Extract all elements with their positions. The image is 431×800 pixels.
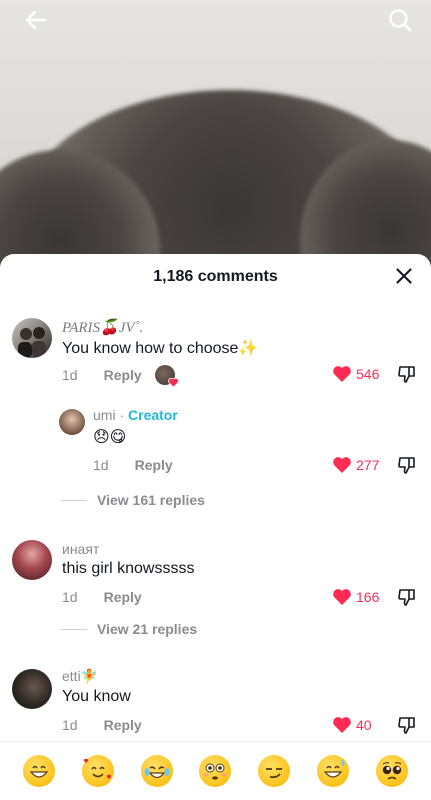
comment-text: 😞😋 bbox=[93, 429, 127, 446]
like-button[interactable]: 166 bbox=[332, 587, 379, 607]
comment-username[interactable]: etti🧚 bbox=[62, 668, 98, 685]
comment-time: 1d bbox=[62, 717, 78, 733]
smiling-face-with-hearts-icon[interactable] bbox=[82, 755, 115, 787]
comment-item: инаят this girl knowsssss 1d Reply 166 bbox=[0, 537, 431, 617]
search-button[interactable] bbox=[384, 4, 416, 36]
reply-item: umi · Creator 😞😋 1d Reply 277 bbox=[0, 404, 431, 484]
comment-username[interactable]: umi bbox=[93, 407, 116, 423]
comment-username[interactable]: PARIS🍒JV˚. bbox=[62, 318, 143, 337]
grinning-face-icon[interactable] bbox=[23, 755, 56, 787]
like-button[interactable]: 546 bbox=[332, 364, 379, 384]
comment-text: You know how to choose✨ bbox=[62, 340, 259, 357]
back-button[interactable] bbox=[20, 4, 52, 36]
avatar[interactable] bbox=[12, 540, 52, 580]
face-with-tears-of-joy-icon[interactable] bbox=[140, 755, 173, 787]
dislike-icon[interactable] bbox=[397, 587, 417, 607]
comment-item: PARIS🍒JV˚. You know how to choose✨ 1d Re… bbox=[0, 314, 431, 394]
reply-button[interactable]: Reply bbox=[104, 367, 142, 383]
divider bbox=[61, 499, 87, 501]
reply-username-row: umi · Creator bbox=[93, 407, 178, 423]
grinning-sweat-face-icon[interactable] bbox=[316, 755, 349, 787]
dislike-icon[interactable] bbox=[397, 715, 417, 735]
comment-text: this girl knowsssss bbox=[62, 560, 195, 577]
sheet-header: 1,186 comments bbox=[0, 254, 431, 300]
heart-icon bbox=[333, 366, 351, 382]
reply-button[interactable]: Reply bbox=[104, 589, 142, 605]
close-icon bbox=[396, 268, 412, 284]
like-button[interactable]: 40 bbox=[332, 715, 372, 735]
dislike-icon[interactable] bbox=[397, 455, 417, 475]
view-replies-button[interactable]: View 21 replies bbox=[61, 621, 197, 637]
like-button[interactable]: 277 bbox=[332, 455, 379, 475]
heart-icon bbox=[168, 377, 179, 388]
like-count: 166 bbox=[356, 589, 380, 605]
emoji-reaction-bar bbox=[0, 741, 431, 800]
arrow-left-icon bbox=[25, 10, 47, 30]
comment-meta: 1d Reply bbox=[62, 717, 142, 733]
heart-icon bbox=[333, 457, 351, 473]
creator-liked-badge bbox=[155, 365, 179, 388]
pleading-face-icon[interactable] bbox=[375, 755, 408, 787]
view-replies-button[interactable]: View 161 replies bbox=[61, 492, 205, 508]
like-count: 277 bbox=[356, 457, 380, 473]
search-icon bbox=[389, 9, 412, 32]
heart-icon bbox=[333, 717, 351, 733]
avatar[interactable] bbox=[12, 318, 52, 358]
comment-item: etti🧚 You know 1d Reply 40 bbox=[0, 666, 431, 746]
reply-button[interactable]: Reply bbox=[135, 457, 173, 473]
dislike-icon[interactable] bbox=[397, 364, 417, 384]
comment-username[interactable]: инаят bbox=[62, 541, 99, 557]
comment-meta: 1d Reply bbox=[62, 589, 142, 605]
avatar[interactable] bbox=[59, 409, 85, 435]
comment-time: 1d bbox=[93, 457, 109, 473]
comment-time: 1d bbox=[62, 367, 78, 383]
comment-time: 1d bbox=[62, 589, 78, 605]
flushed-face-icon[interactable] bbox=[199, 755, 232, 787]
heart-icon bbox=[333, 589, 351, 605]
comments-count-title: 1,186 comments bbox=[153, 268, 278, 285]
avatar[interactable] bbox=[12, 669, 52, 709]
smirking-face-icon[interactable] bbox=[258, 755, 291, 787]
view-replies-label: View 161 replies bbox=[97, 492, 205, 508]
view-replies-label: View 21 replies bbox=[97, 621, 198, 637]
creator-label: Creator bbox=[128, 407, 178, 423]
like-count: 546 bbox=[356, 366, 380, 382]
divider bbox=[61, 628, 87, 630]
comment-meta: 1d Reply bbox=[62, 367, 142, 383]
close-button[interactable] bbox=[393, 265, 415, 287]
video-background bbox=[0, 0, 431, 270]
comment-text: You know bbox=[62, 688, 131, 705]
like-count: 40 bbox=[356, 717, 372, 733]
comment-meta: 1d Reply bbox=[93, 457, 173, 473]
comments-sheet: 1,186 comments PARIS🍒JV˚. You know how t… bbox=[0, 254, 431, 800]
creator-separator: · bbox=[115, 407, 129, 423]
reply-button[interactable]: Reply bbox=[104, 717, 142, 733]
